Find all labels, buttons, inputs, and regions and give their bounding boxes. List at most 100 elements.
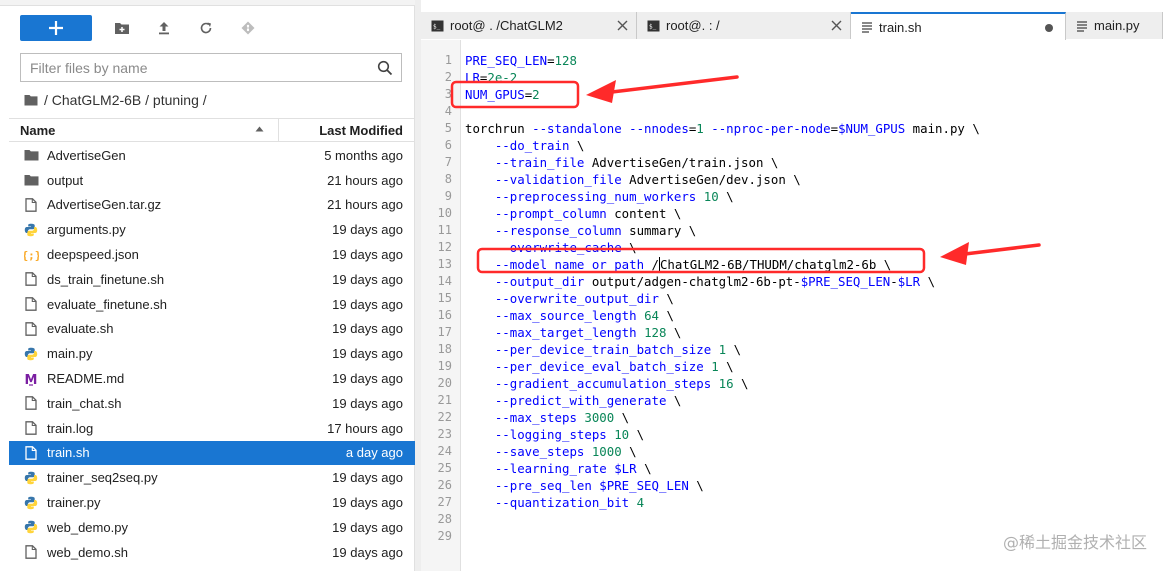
folder-icon[interactable] xyxy=(24,94,38,106)
file-modified: 21 hours ago xyxy=(327,172,403,188)
file-name: evaluate_finetune.sh xyxy=(47,296,167,312)
file-row[interactable]: train.log 17 hours ago xyxy=(9,416,415,441)
code-token: --per_device_train_batch_size xyxy=(494,342,712,357)
code-token: \ xyxy=(726,342,742,357)
json-file-icon: {;} xyxy=(23,247,39,263)
tab-label: root@ . /ChatGLM2 xyxy=(450,18,563,33)
code-editor[interactable]: 1 2 3 4 5 6 7 8 9 10 11 12 13 14 15 16 17 18 19 20 21 22 23 24 2… xyxy=(421,40,1163,571)
file-row[interactable]: M README.md 19 days ago xyxy=(9,366,415,391)
code-token: torchrun xyxy=(465,121,533,136)
file-row[interactable]: {;} deepspeed.json 19 days ago xyxy=(9,242,415,267)
code-token: --max_target_length xyxy=(494,325,637,340)
file-row[interactable]: trainer_seq2seq.py 19 days ago xyxy=(9,465,415,490)
file-row[interactable]: ds_train_finetune.sh 19 days ago xyxy=(9,267,415,292)
file-row[interactable]: web_demo.sh 19 days ago xyxy=(9,540,415,565)
line-number: 4 xyxy=(444,104,452,118)
code-token: 128 xyxy=(554,53,577,68)
new-folder-icon xyxy=(115,23,129,34)
file-name: main.py xyxy=(47,346,93,362)
file-browser-toolbar xyxy=(20,15,260,41)
code-token: --nproc-per-node xyxy=(711,121,831,136)
editor-tab[interactable]: $_ root@ . /ChatGLM2 xyxy=(421,12,637,39)
code-line: --max_source_length 64 \ xyxy=(465,307,674,324)
line-number: 3 xyxy=(444,87,452,101)
text-file-icon xyxy=(1076,20,1088,32)
breadcrumb-path[interactable]: / ChatGLM2-6B / ptuning / xyxy=(44,92,207,108)
file-modified: 19 days ago xyxy=(332,470,403,486)
file-modified: 17 hours ago xyxy=(327,420,403,436)
line-number: 6 xyxy=(444,138,452,152)
file-row[interactable]: web_demo.py 19 days ago xyxy=(9,515,415,540)
python-file-icon xyxy=(23,222,39,238)
code-token: = xyxy=(830,121,839,136)
code-token: \ xyxy=(621,240,637,255)
upload-button[interactable] xyxy=(152,16,176,40)
code-token: 4 xyxy=(636,495,645,510)
file-list: AdvertiseGen 5 months ago output 21 hours a… xyxy=(9,143,415,565)
last-modified-column-header[interactable]: Last Modified xyxy=(279,119,415,141)
close-icon[interactable] xyxy=(831,19,842,34)
file-row[interactable]: arguments.py 19 days ago xyxy=(9,217,415,242)
tab-label: main.py xyxy=(1094,18,1140,33)
code-token: 64 xyxy=(644,308,659,323)
editor-tab[interactable]: train.sh xyxy=(851,12,1066,40)
line-number: 16 xyxy=(437,308,452,322)
code-line: NUM_GPUS=2 xyxy=(465,86,540,103)
file-row[interactable]: AdvertiseGen 5 months ago xyxy=(9,143,415,168)
code-token: main.py \ xyxy=(905,121,980,136)
filter-box xyxy=(20,53,402,82)
line-number: 17 xyxy=(437,325,452,339)
python-file-icon xyxy=(23,346,39,362)
line-number: 8 xyxy=(444,172,452,186)
file-row[interactable]: evaluate_finetune.sh 19 days ago xyxy=(9,292,415,317)
code-token: - xyxy=(890,274,898,289)
file-modified: 19 days ago xyxy=(332,321,403,337)
file-row[interactable]: train_chat.sh 19 days ago xyxy=(9,391,415,416)
code-token: --prompt_column xyxy=(494,206,607,221)
code-token: \ xyxy=(629,427,645,442)
new-launcher-button[interactable] xyxy=(20,15,92,41)
new-folder-button[interactable] xyxy=(110,16,134,40)
code-token: --model_name_or_path xyxy=(494,257,645,272)
file-row[interactable]: output 21 hours ago xyxy=(9,168,415,193)
filter-files-input[interactable] xyxy=(21,54,361,81)
refresh-button[interactable] xyxy=(194,16,218,40)
code-line: --train_file AdvertiseGen/train.json \ xyxy=(465,154,779,171)
code-token: --preprocessing_num_workers xyxy=(494,189,697,204)
close-icon[interactable] xyxy=(617,19,628,34)
code-token: $LR xyxy=(614,461,637,476)
breadcrumb: / ChatGLM2-6B / ptuning / xyxy=(24,90,207,110)
file-row[interactable]: evaluate.sh 19 days ago xyxy=(9,317,415,342)
file-name: output xyxy=(47,172,84,188)
editor-tab[interactable]: $_ root@. : / xyxy=(637,12,851,39)
file-modified: 19 days ago xyxy=(332,519,403,535)
terminal-icon: $_ xyxy=(431,20,444,32)
file-row[interactable]: main.py 19 days ago xyxy=(9,341,415,366)
svg-text:$_: $_ xyxy=(649,23,657,30)
editor-tab[interactable]: main.py xyxy=(1066,12,1163,39)
code-token: 16 xyxy=(718,376,734,391)
file-row[interactable]: train.sh a day ago xyxy=(9,440,415,466)
file-row[interactable]: AdvertiseGen.tar.gz 21 hours ago xyxy=(9,193,415,218)
line-number: 20 xyxy=(437,376,452,390)
file-name: deepspeed.json xyxy=(47,247,139,263)
name-column-header[interactable]: Name xyxy=(9,119,279,141)
line-number: 12 xyxy=(437,240,452,254)
unsaved-dot-icon[interactable] xyxy=(1045,24,1053,32)
code-token: --do_train xyxy=(494,138,570,153)
file-modified: 19 days ago xyxy=(332,395,403,411)
file-row[interactable]: trainer.py 19 days ago xyxy=(9,490,415,515)
code-token: NUM_GPUS xyxy=(465,87,525,102)
git-clone-button[interactable] xyxy=(236,16,260,40)
code-token: 1 xyxy=(696,121,704,136)
file-name: AdvertiseGen.tar.gz xyxy=(47,197,162,213)
code-token: --pre_seq_len xyxy=(494,478,592,493)
